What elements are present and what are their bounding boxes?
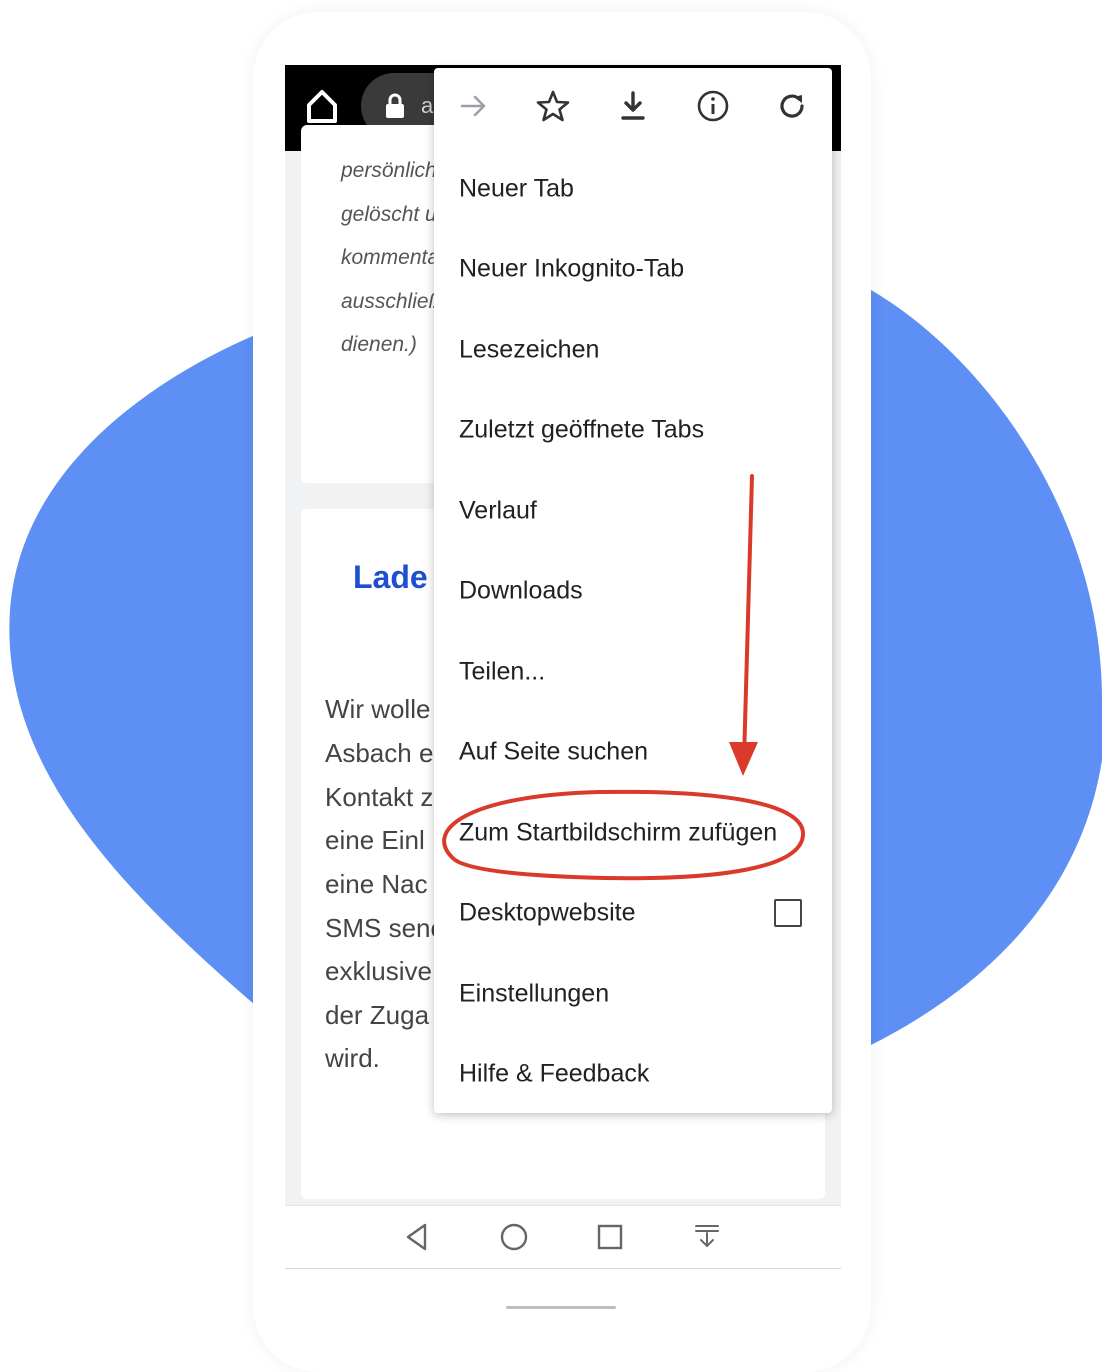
- menu-item-label: Zuletzt geöffnete Tabs: [459, 415, 705, 444]
- android-nav-bar: [285, 1205, 841, 1269]
- card-text-line: Wir wolle: [325, 694, 431, 724]
- recents-icon[interactable]: [593, 1220, 627, 1254]
- card-text-line: wird.: [325, 1043, 380, 1073]
- download-icon[interactable]: [615, 88, 651, 124]
- card-text-line: eine Einl: [325, 825, 425, 855]
- home-circle-icon[interactable]: [497, 1220, 531, 1254]
- menu-item-label: Teilen...: [459, 657, 546, 686]
- menu-toolbar: [434, 68, 832, 148]
- card-text-line: gelöscht u: [341, 203, 437, 226]
- menu-item-label: Downloads: [459, 576, 583, 605]
- lock-icon: [385, 93, 405, 119]
- forward-icon[interactable]: [456, 88, 492, 124]
- url-text: a: [421, 93, 434, 118]
- menu-item-share[interactable]: Teilen...: [434, 632, 832, 712]
- card-text-line: persönliche: [341, 159, 449, 182]
- menu-item-recent-tabs[interactable]: Zuletzt geöffnete Tabs: [434, 390, 832, 470]
- card-text-line: eine Nac: [325, 869, 428, 899]
- card-text-line: kommenta: [341, 246, 440, 269]
- home-indicator: [506, 1306, 616, 1309]
- menu-item-history[interactable]: Verlauf: [434, 471, 832, 551]
- menu-item-bookmarks[interactable]: Lesezeichen: [434, 310, 832, 390]
- card-text-line: der Zuga: [325, 1000, 430, 1030]
- reload-icon[interactable]: [774, 88, 810, 124]
- card-text-line: dienen.): [341, 333, 417, 356]
- card-text-line: Asbach e: [325, 738, 434, 768]
- menu-item-label: Zum Startbildschirm zufügen: [459, 818, 778, 847]
- card-text-line: SMS senc: [325, 913, 444, 943]
- menu-item-label: Verlauf: [459, 496, 537, 525]
- back-icon[interactable]: [400, 1220, 434, 1254]
- menu-item-new-incognito-tab[interactable]: Neuer Inkognito-Tab: [434, 229, 832, 309]
- blob-shape: [9, 335, 255, 1005]
- blob-shape-right: [871, 290, 1102, 1045]
- menu-item-label: Desktopwebsite: [459, 898, 636, 927]
- menu-item-label: Hilfe & Feedback: [459, 1059, 650, 1088]
- download-tray-icon[interactable]: [690, 1220, 724, 1254]
- menu-item-help-feedback[interactable]: Hilfe & Feedback: [434, 1034, 832, 1114]
- card-heading: Lade: [353, 559, 428, 595]
- menu-item-new-tab[interactable]: Neuer Tab: [434, 149, 832, 229]
- menu-item-label: Lesezeichen: [459, 335, 600, 364]
- star-icon[interactable]: [535, 88, 571, 124]
- menu-item-settings[interactable]: Einstellungen: [434, 954, 832, 1034]
- desktop-site-checkbox[interactable]: [774, 899, 802, 927]
- browser-overflow-menu: Neuer Tab Neuer Inkognito-Tab Lesezeiche…: [434, 68, 832, 1113]
- home-icon[interactable]: [305, 87, 339, 125]
- menu-item-desktop-site[interactable]: Desktopwebsite: [434, 873, 832, 953]
- menu-item-label: Neuer Tab: [459, 174, 574, 203]
- card-text-line: ausschließ: [341, 290, 442, 313]
- card-text-line: Kontakt z: [325, 782, 434, 812]
- menu-item-add-to-home-screen[interactable]: Zum Startbildschirm zufügen: [434, 793, 832, 873]
- info-icon[interactable]: [695, 88, 731, 124]
- menu-item-downloads[interactable]: Downloads: [434, 551, 832, 631]
- menu-item-label: Auf Seite suchen: [459, 737, 649, 766]
- card-text-line: exklusive: [325, 956, 432, 986]
- menu-item-find-in-page[interactable]: Auf Seite suchen: [434, 712, 832, 792]
- menu-item-label: Einstellungen: [459, 979, 610, 1008]
- menu-item-label: Neuer Inkognito-Tab: [459, 254, 685, 283]
